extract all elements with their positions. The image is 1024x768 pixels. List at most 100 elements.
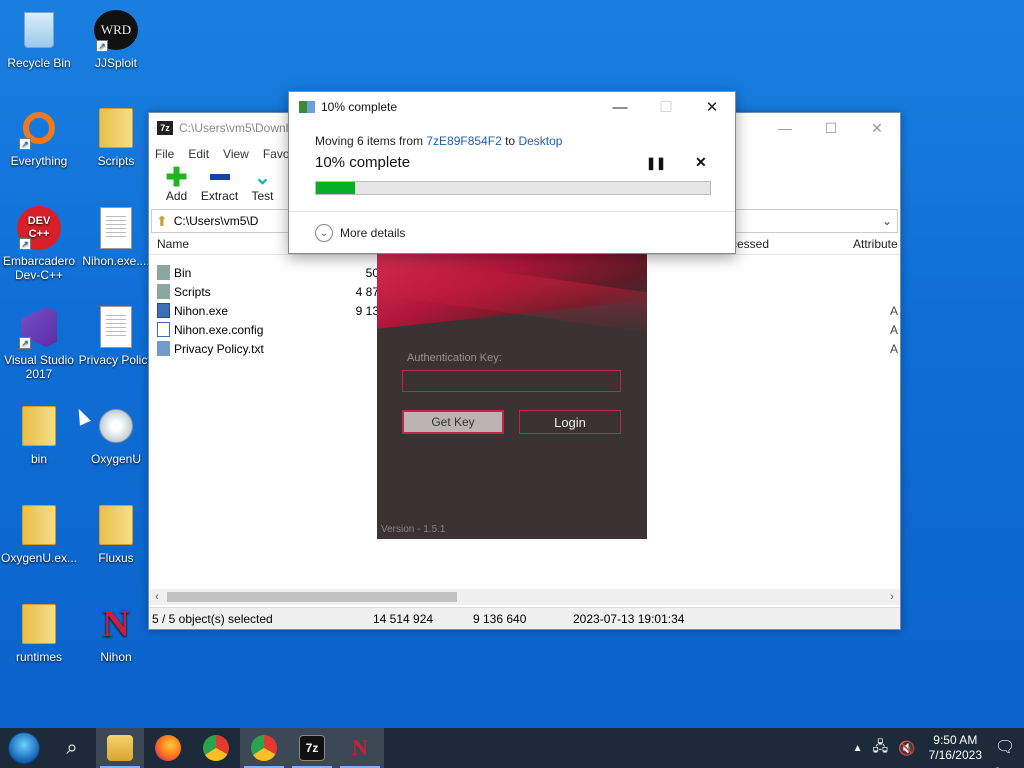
folder-icon [157, 284, 170, 299]
desktop-icon-devcpp[interactable]: DEV C++ ↗ Embarcadero Dev-C++ [1, 206, 77, 282]
desktop-icon-scripts[interactable]: Scripts [78, 106, 154, 168]
col-name[interactable]: Name [157, 237, 189, 251]
folder-icon [17, 503, 61, 547]
taskbar-firefox[interactable] [144, 728, 192, 768]
col-attributes[interactable]: Attribute [853, 237, 898, 251]
progress-bar [315, 181, 711, 195]
maximize-icon[interactable]: ☐ [808, 113, 854, 143]
nihon-app-icon: N [352, 735, 368, 760]
chevron-down-icon[interactable]: ⌄ [877, 214, 897, 228]
desktop-icon-jjsploit[interactable]: WRD ↗ JJSploit [78, 8, 154, 70]
menu-file[interactable]: File [155, 147, 174, 161]
taskbar-nihon[interactable]: N [336, 728, 384, 768]
chrome-icon [203, 735, 229, 761]
desktop-icon-everything[interactable]: ↗ Everything [1, 106, 77, 168]
get-key-button[interactable]: Get Key [402, 410, 504, 434]
desktop-icon-nihon[interactable]: N Nihon [78, 602, 154, 664]
desktop-icon-nihon-config[interactable]: Nihon.exe.... [78, 206, 154, 268]
scroll-right-icon[interactable]: › [884, 589, 900, 605]
auth-key-label: Authentication Key: [407, 352, 502, 364]
everything-search-icon: ↗ [17, 106, 61, 150]
desktop-icon-bin[interactable]: bin [1, 404, 77, 466]
desktop-icon-oxygenu-exe[interactable]: OxygenU.ex... [1, 503, 77, 565]
sevenzip-window-controls: — ☐ ✕ [762, 113, 900, 143]
oxygenu-installer-icon [94, 404, 138, 448]
destination-link[interactable]: Desktop [518, 134, 562, 148]
desktop-icon-privacy-policy[interactable]: Privacy Policy [78, 305, 154, 367]
status-size: 14 514 924 [373, 611, 434, 626]
taskbar-7zip[interactable]: 7z [288, 728, 336, 768]
cancel-icon[interactable]: ✕ [695, 154, 707, 171]
menu-edit[interactable]: Edit [188, 147, 209, 161]
progress-title: 10% complete [321, 100, 398, 114]
plus-icon: ✚ [165, 161, 188, 192]
executable-icon [157, 303, 170, 318]
version-label: Version - 1.5.1 [381, 524, 446, 535]
text-document-icon [157, 341, 170, 356]
config-file-icon [94, 206, 138, 250]
start-button[interactable] [0, 728, 48, 768]
scrollbar-thumb[interactable] [167, 592, 457, 602]
desktop-icon-visual-studio[interactable]: ↗ Visual Studio 2017 [1, 305, 77, 381]
progress-window-controls: — ☐ ✕ [597, 92, 735, 122]
minimize-icon[interactable]: — [597, 92, 643, 122]
more-details-button[interactable]: ⌄ More details [315, 224, 405, 242]
folder-up-icon[interactable]: ⬆ [156, 213, 168, 230]
recycle-bin-icon [17, 8, 61, 52]
show-hidden-icons-icon[interactable]: ▲ [853, 743, 863, 754]
auth-key-input[interactable] [402, 370, 621, 392]
minus-icon [198, 165, 241, 189]
volume-muted-icon[interactable]: 🔇 [898, 740, 915, 757]
close-icon[interactable]: ✕ [854, 113, 900, 143]
jjsploit-icon: WRD ↗ [94, 8, 138, 52]
clock[interactable]: 9:50 AM 7/16/2023 [929, 733, 982, 763]
windows-logo-icon [8, 732, 40, 764]
desktop-icon-runtimes[interactable]: runtimes [1, 602, 77, 664]
taskbar-chrome[interactable] [192, 728, 240, 768]
close-icon[interactable]: ✕ [689, 92, 735, 122]
desktop-icon-oxygenu[interactable]: OxygenU [78, 404, 154, 466]
pause-icon[interactable]: ❚❚ [646, 156, 666, 170]
chrome-icon [251, 735, 277, 761]
check-icon: ⌄ [254, 166, 271, 189]
folder-icon [17, 602, 61, 646]
progress-bar-fill [316, 182, 356, 194]
menu-view[interactable]: View [223, 147, 249, 161]
source-link[interactable]: 7zE89F854F2 [426, 134, 501, 148]
address-path: C:\Users\vm5\D [173, 214, 259, 228]
network-icon[interactable]: 🖧 [873, 736, 889, 760]
search-icon: ⌕ [66, 736, 78, 759]
status-selected: 5 / 5 object(s) selected [152, 611, 273, 626]
moving-description: Moving 6 items from 7zE89F854F2 to Deskt… [315, 134, 563, 148]
desktop-icon-fluxus[interactable]: Fluxus [78, 503, 154, 565]
minimize-icon[interactable]: — [762, 113, 808, 143]
auth-window[interactable]: Authentication Key: Get Key Login Versio… [377, 254, 647, 539]
devcpp-icon: DEV C++ ↗ [17, 206, 61, 250]
file-move-progress-dialog[interactable]: 10% complete — ☐ ✕ Moving 6 items from 7… [288, 91, 736, 254]
sevenzip-icon: 7z [299, 735, 325, 761]
login-button[interactable]: Login [519, 410, 621, 434]
taskbar-chrome-profile[interactable] [240, 728, 288, 768]
extract-button[interactable]: Extract [198, 165, 241, 205]
maximize-icon: ☐ [659, 99, 673, 116]
folder-icon [157, 265, 170, 280]
text-document-icon [94, 305, 138, 349]
menu-favorites[interactable]: Favo [263, 147, 290, 161]
test-button[interactable]: ⌄ Test [241, 165, 284, 205]
firefox-icon [155, 735, 181, 761]
divider [289, 211, 735, 212]
notification-center-icon[interactable]: 🗨3 [995, 737, 1019, 768]
search-button[interactable]: ⌕ [48, 728, 96, 768]
status-date: 2023-07-13 19:01:34 [573, 611, 685, 626]
taskbar-file-explorer[interactable] [96, 728, 144, 768]
horizontal-scrollbar[interactable]: ‹ › [149, 589, 900, 605]
folder-icon [17, 404, 61, 448]
scroll-left-icon[interactable]: ‹ [149, 589, 165, 605]
status-packed: 9 136 640 [473, 611, 527, 626]
desktop-icon-recycle-bin[interactable]: Recycle Bin [1, 8, 77, 70]
folder-icon [94, 503, 138, 547]
taskbar: ⌕ 7z N ▲ 🖧 🔇 9:50 AM 7/16/2023 🗨3 [0, 728, 1024, 768]
nihon-app-icon: N [102, 603, 130, 645]
sevenzip-app-icon: 7z [157, 121, 173, 135]
add-button[interactable]: ✚ Add [155, 161, 198, 205]
